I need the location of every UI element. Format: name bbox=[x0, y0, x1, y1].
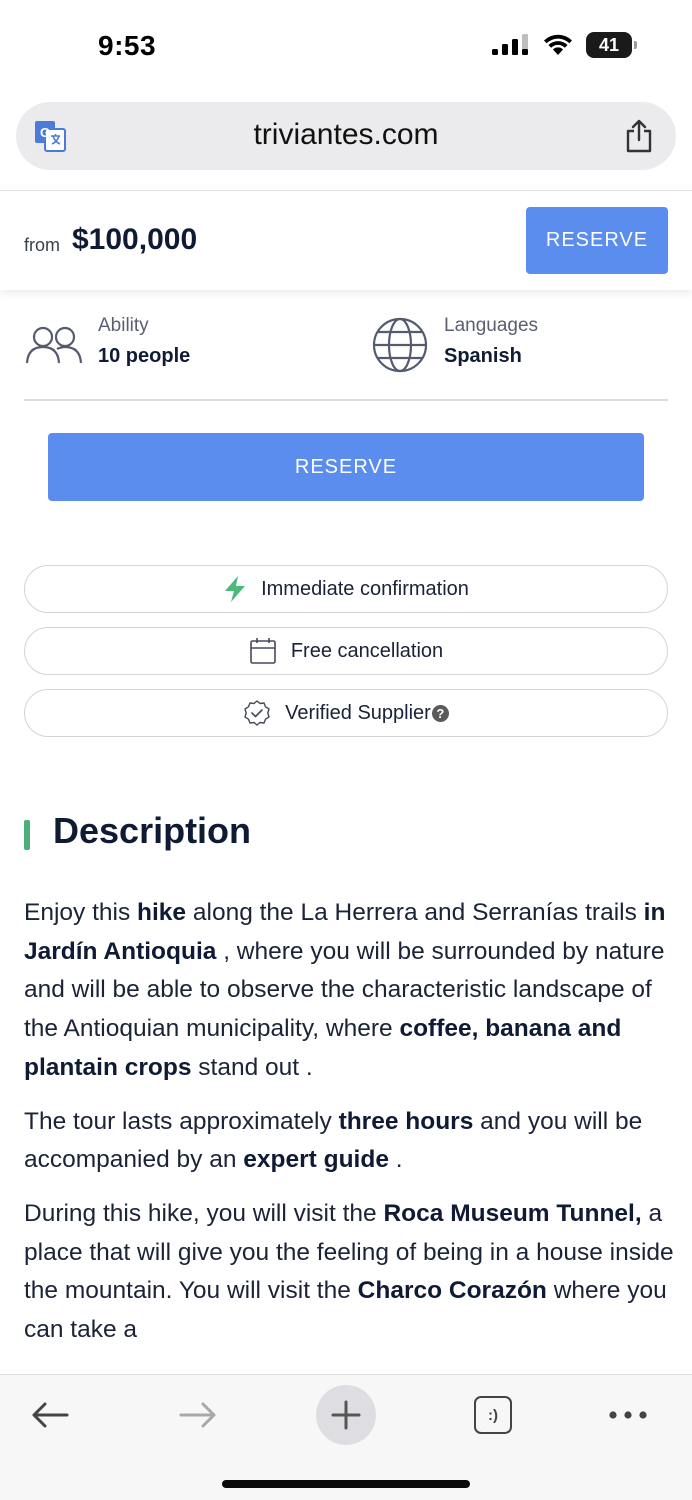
price-value: $100,000 bbox=[72, 223, 198, 256]
free-cancellation-pill: Free cancellation bbox=[24, 627, 668, 675]
price-header: from $100,000 RESERVE bbox=[0, 190, 692, 290]
url-text[interactable]: triviantes.com bbox=[16, 118, 676, 152]
people-icon bbox=[25, 326, 83, 364]
more-icon bbox=[609, 1411, 647, 1419]
description-paragraph-1: Enjoy this hike along the La Herrera and… bbox=[24, 899, 666, 1081]
address-bar[interactable]: G triviantes.com bbox=[16, 102, 676, 170]
divider bbox=[24, 399, 668, 401]
price-from-label: from bbox=[24, 235, 60, 255]
wifi-icon bbox=[544, 34, 572, 55]
description-accent-bar bbox=[24, 820, 30, 850]
plus-icon bbox=[331, 1400, 361, 1430]
reserve-button-header[interactable]: RESERVE bbox=[526, 207, 668, 274]
verified-badge-icon bbox=[244, 700, 270, 726]
ability-label: Ability bbox=[98, 315, 149, 336]
description-paragraph-2: The tour lasts approximately three hours… bbox=[24, 1107, 643, 1174]
ability-value: 10 people bbox=[98, 345, 191, 367]
status-time: 9:53 bbox=[98, 30, 157, 61]
tabs-button[interactable]: :) bbox=[463, 1385, 523, 1445]
description-paragraph-3: During this hike, you will visit the Roc… bbox=[24, 1199, 674, 1344]
battery-indicator: 41 bbox=[586, 32, 637, 58]
home-indicator bbox=[222, 1480, 470, 1488]
languages-value: Spanish bbox=[444, 345, 522, 367]
reserve-button-main[interactable]: RESERVE bbox=[48, 433, 644, 501]
bolt-icon bbox=[225, 576, 246, 602]
more-button[interactable] bbox=[598, 1385, 658, 1445]
calendar-icon bbox=[250, 638, 276, 664]
description-body: Enjoy this hike along the La Herrera and… bbox=[24, 894, 674, 1374]
immediate-confirmation-pill: Immediate confirmation bbox=[24, 565, 668, 613]
help-icon[interactable]: ? bbox=[431, 704, 449, 722]
back-button[interactable] bbox=[20, 1385, 80, 1445]
free-cancellation-label: Free cancellation bbox=[290, 639, 444, 662]
status-icons: 41 bbox=[492, 32, 637, 58]
verified-supplier-pill: Verified Supplier? bbox=[24, 689, 668, 737]
languages-info: Languages Spanish bbox=[370, 313, 538, 373]
immediate-confirmation-label: Immediate confirmation bbox=[261, 577, 469, 600]
share-icon[interactable] bbox=[624, 118, 654, 154]
tabs-icon: :) bbox=[474, 1396, 512, 1434]
forward-button[interactable] bbox=[168, 1385, 228, 1445]
description-heading: Description bbox=[53, 810, 252, 851]
new-tab-button[interactable] bbox=[316, 1385, 376, 1445]
forward-arrow-icon bbox=[179, 1402, 216, 1428]
ability-info: Ability 10 people bbox=[24, 313, 190, 373]
back-arrow-icon bbox=[32, 1402, 69, 1428]
verified-supplier-label: Verified Supplier? bbox=[285, 702, 449, 725]
status-bar: 9:53 41 bbox=[0, 0, 692, 92]
globe-icon bbox=[372, 317, 428, 373]
languages-label: Languages bbox=[444, 315, 539, 336]
signal-icon bbox=[492, 34, 528, 55]
